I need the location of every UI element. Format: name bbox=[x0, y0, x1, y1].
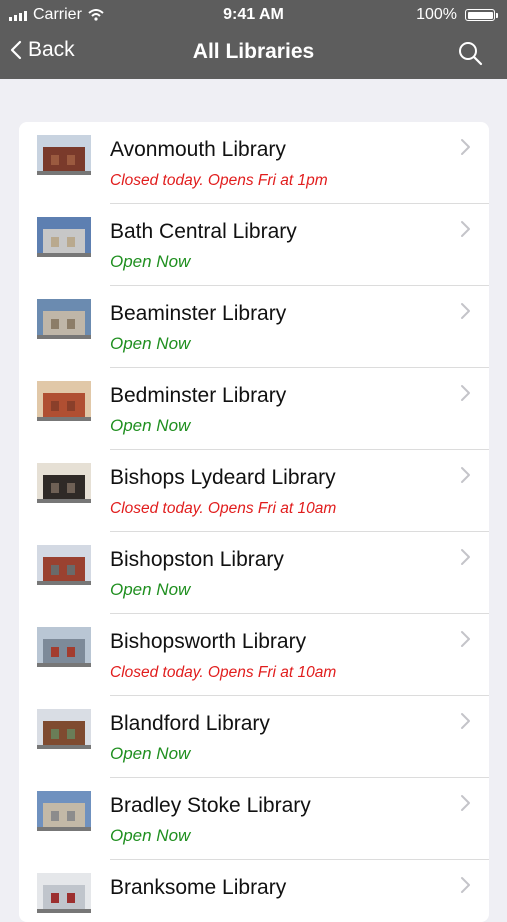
search-icon[interactable] bbox=[457, 40, 483, 66]
library-name: Avonmouth Library bbox=[110, 138, 286, 161]
library-name: Bishopsworth Library bbox=[110, 630, 307, 653]
chevron-right-icon bbox=[461, 631, 470, 647]
library-thumbnail bbox=[37, 873, 91, 913]
library-status: Open Now bbox=[110, 826, 191, 845]
library-thumbnail bbox=[37, 299, 91, 339]
library-thumbnail bbox=[37, 217, 91, 257]
library-row[interactable]: Bishops Lydeard Library Closed today. Op… bbox=[19, 450, 489, 532]
library-thumbnail bbox=[37, 709, 91, 749]
library-name: Blandford Library bbox=[110, 712, 270, 735]
page-title: All Libraries bbox=[192, 40, 315, 63]
chevron-right-icon bbox=[461, 385, 470, 401]
library-status: Open Now bbox=[110, 416, 191, 435]
library-thumbnail bbox=[37, 135, 91, 175]
battery-icon bbox=[465, 9, 498, 21]
library-row[interactable]: Bishopsworth Library Closed today. Opens… bbox=[19, 614, 489, 696]
library-name: Bishops Lydeard Library bbox=[110, 466, 336, 489]
library-status: Open Now bbox=[110, 580, 191, 599]
library-status: Closed today. Opens Fri at 10am bbox=[110, 664, 337, 681]
library-thumbnail bbox=[37, 791, 91, 831]
library-name: Bradley Stoke Library bbox=[110, 794, 311, 817]
library-name: Bedminster Library bbox=[110, 384, 287, 407]
library-status: Open Now bbox=[110, 252, 191, 271]
chevron-right-icon bbox=[461, 467, 470, 483]
library-status: Open Now bbox=[110, 744, 191, 763]
chevron-right-icon bbox=[461, 877, 470, 893]
library-row[interactable]: Bath Central Library Open Now bbox=[19, 204, 489, 286]
chevron-right-icon bbox=[461, 139, 470, 155]
library-row[interactable]: Bradley Stoke Library Open Now bbox=[19, 778, 489, 860]
library-status: Open Now bbox=[110, 334, 191, 353]
library-thumbnail bbox=[37, 627, 91, 667]
library-row[interactable]: Avonmouth Library Closed today. Opens Fr… bbox=[19, 122, 489, 204]
library-row[interactable]: Bishopston Library Open Now bbox=[19, 532, 489, 614]
top-bar: Carrier 9:41 AM 100% Back All Libraries bbox=[0, 0, 507, 79]
status-bar: Carrier 9:41 AM 100% bbox=[0, 0, 507, 30]
library-list: Avonmouth Library Closed today. Opens Fr… bbox=[19, 122, 489, 922]
navigation-bar: Back All Libraries bbox=[0, 30, 507, 79]
library-name: Bishopston Library bbox=[110, 548, 284, 571]
library-name: Branksome Library bbox=[110, 876, 287, 899]
library-row[interactable]: Beaminster Library Open Now bbox=[19, 286, 489, 368]
library-status: Closed today. Opens Fri at 1pm bbox=[110, 172, 328, 189]
chevron-right-icon bbox=[461, 221, 470, 237]
library-row[interactable]: Branksome Library bbox=[19, 860, 489, 922]
chevron-right-icon bbox=[461, 303, 470, 319]
battery-percent: 100% bbox=[416, 6, 457, 23]
library-status: Closed today. Opens Fri at 10am bbox=[110, 500, 337, 517]
library-thumbnail bbox=[37, 381, 91, 421]
library-row[interactable]: Blandford Library Open Now bbox=[19, 696, 489, 778]
library-row[interactable]: Bedminster Library Open Now bbox=[19, 368, 489, 450]
chevron-right-icon bbox=[461, 713, 470, 729]
chevron-right-icon bbox=[461, 795, 470, 811]
library-thumbnail bbox=[37, 545, 91, 585]
library-name: Beaminster Library bbox=[110, 302, 287, 325]
library-thumbnail bbox=[37, 463, 91, 503]
chevron-right-icon bbox=[461, 549, 470, 565]
library-name: Bath Central Library bbox=[110, 220, 297, 243]
